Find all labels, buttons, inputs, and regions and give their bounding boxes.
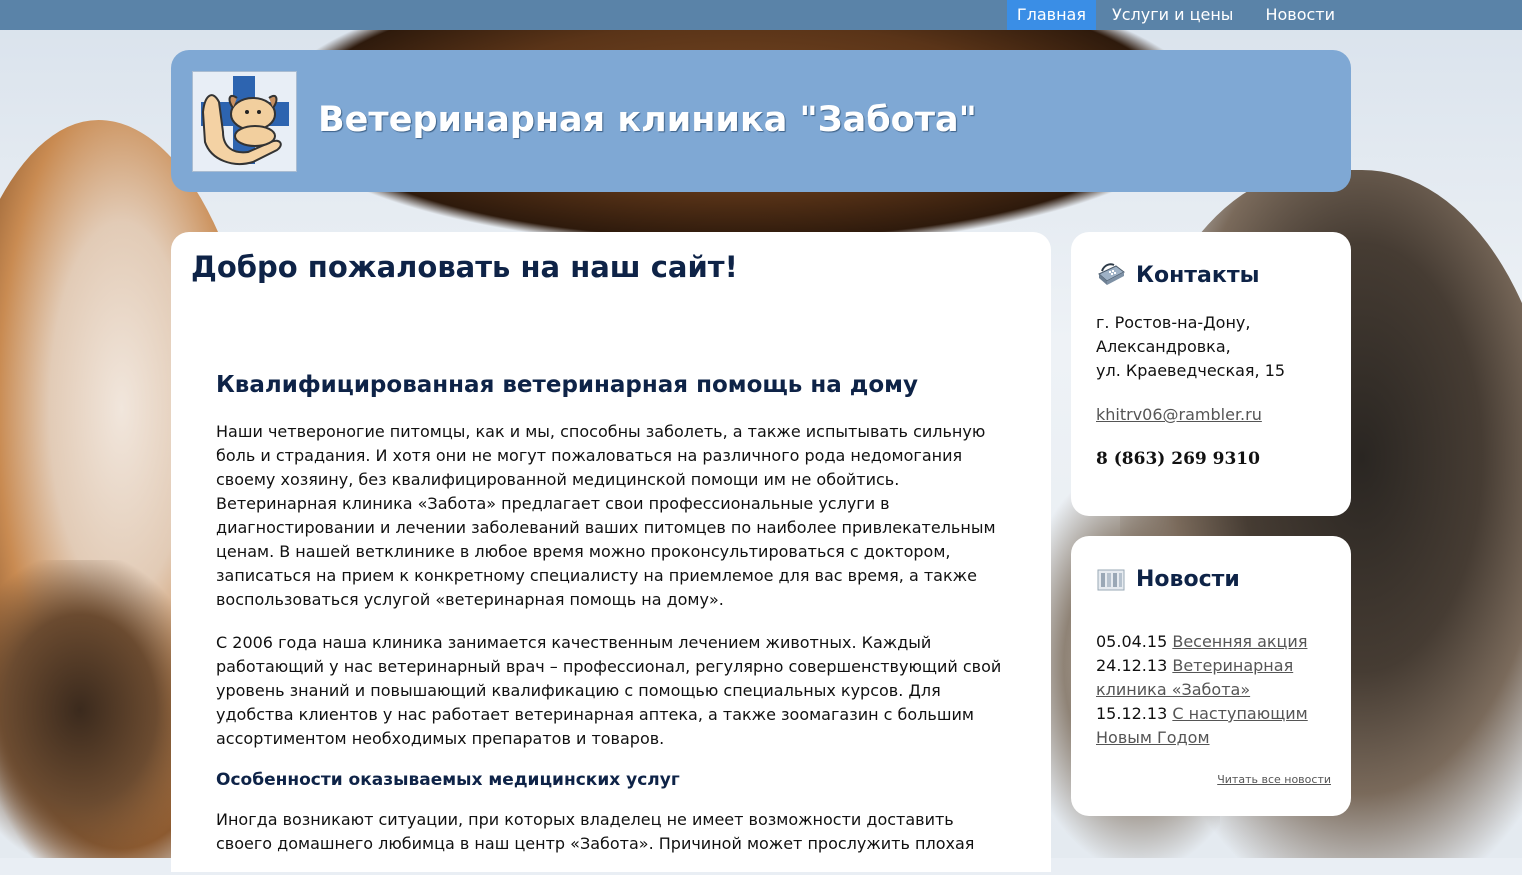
article-paragraph: Иногда возникают ситуации, при которых в… bbox=[216, 810, 975, 853]
article-title: Квалифицированная ветеринарная помощь на… bbox=[216, 372, 918, 398]
news-item: 05.04.15 Весенняя акция bbox=[1096, 630, 1331, 654]
contacts-title: Контакты bbox=[1136, 262, 1260, 288]
article: Квалифицированная ветеринарная помощь на… bbox=[216, 372, 1006, 875]
nav-item-news[interactable]: Новости bbox=[1249, 0, 1351, 30]
page-title: Добро пожаловать на наш сайт! bbox=[191, 250, 738, 284]
address-line: ул. Краеведческая, 15 bbox=[1096, 361, 1286, 380]
phone-icon bbox=[1098, 263, 1125, 285]
nav-item-services[interactable]: Услуги и цены bbox=[1096, 0, 1249, 30]
news-item: 24.12.13 Ветеринарная клиника «Забота» bbox=[1096, 654, 1331, 702]
contacts-box: Контакты г. Ростов-на-Дону, Александровк… bbox=[1071, 232, 1351, 516]
clinic-logo-icon bbox=[201, 76, 289, 165]
article-subtitle: Особенности оказываемых медицинских услу… bbox=[216, 770, 680, 790]
newspaper-icon bbox=[1097, 569, 1125, 591]
article-paragraph: С 2006 года наша клиника занимается каче… bbox=[216, 633, 1002, 748]
news-title: Новости bbox=[1136, 566, 1240, 592]
news-box: Новости 05.04.15 Весенняя акция 24.12.13… bbox=[1071, 536, 1351, 816]
news-date: 24.12.13 bbox=[1096, 656, 1168, 675]
clinic-logo[interactable] bbox=[192, 71, 297, 172]
news-item: 15.12.13 С наступающим Новым Годом bbox=[1096, 702, 1331, 750]
nav-item-home[interactable]: Главная bbox=[1006, 0, 1096, 30]
all-news-link[interactable]: Читать все новости bbox=[1217, 768, 1331, 792]
contacts-info: г. Ростов-на-Дону, Александровка, ул. Кр… bbox=[1096, 311, 1285, 471]
news-list: 05.04.15 Весенняя акция 24.12.13 Ветерин… bbox=[1096, 630, 1331, 786]
article-paragraph: Наши четвероногие питомцы, как и мы, спо… bbox=[216, 422, 996, 609]
top-navigation: Главная Услуги и цены Новости bbox=[0, 0, 1522, 30]
news-date: 15.12.13 bbox=[1096, 704, 1168, 723]
email-link[interactable]: khitrv06@rambler.ru bbox=[1096, 403, 1285, 427]
site-header: Ветеринарная клиника "Забота" bbox=[171, 50, 1351, 192]
address-line: Александровка, bbox=[1096, 337, 1231, 356]
phone-number: 8 (863) 269 9310 bbox=[1096, 449, 1260, 469]
news-link[interactable]: Весенняя акция bbox=[1172, 632, 1307, 651]
news-date: 05.04.15 bbox=[1096, 632, 1168, 651]
address-line: г. Ростов-на-Дону, bbox=[1096, 313, 1251, 332]
main-content: Добро пожаловать на наш сайт! Квалифицир… bbox=[171, 232, 1051, 872]
site-title: Ветеринарная клиника "Забота" bbox=[318, 100, 977, 140]
